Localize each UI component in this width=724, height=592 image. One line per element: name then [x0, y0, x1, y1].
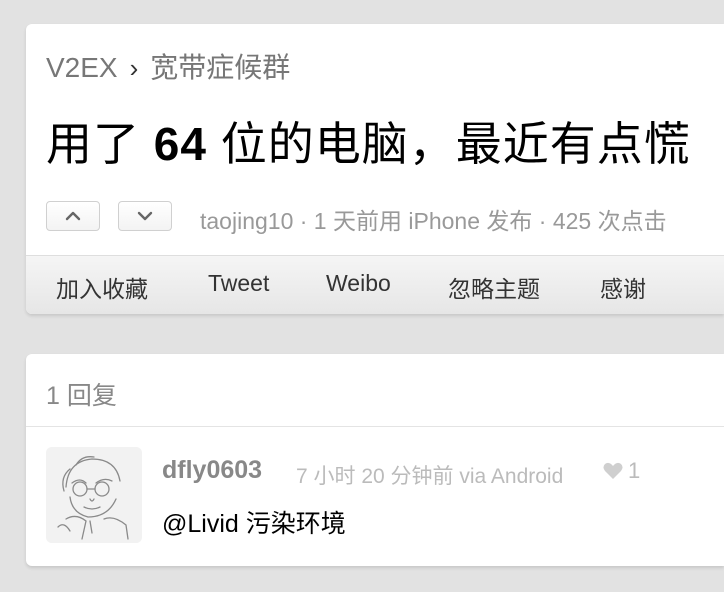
- breadcrumb-node-link[interactable]: 宽带症候群: [150, 52, 290, 83]
- title-prefix: 用了: [46, 118, 140, 170]
- vote-up-button[interactable]: [46, 201, 100, 231]
- topic-box: V2EX › 宽带症候群 用了 64 位的电脑，最近有点慌 taojing10 · …: [26, 24, 724, 314]
- topic-author-link[interactable]: taojing10: [200, 208, 293, 234]
- reply-thanks-count: 1: [628, 458, 641, 483]
- breadcrumb-separator: ›: [129, 53, 139, 83]
- vote-down-button[interactable]: [118, 201, 172, 231]
- divider: [26, 426, 724, 427]
- title-suffix: 位的电脑，最近有点慌: [220, 118, 691, 170]
- topic-meta: taojing10 · 1 天前用 iPhone 发布 · 425 次点击: [200, 202, 667, 236]
- reply-count: 1 回复: [46, 382, 117, 410]
- breadcrumb: V2EX › 宽带症候群: [46, 46, 290, 86]
- tweet-button[interactable]: Tweet: [208, 270, 269, 297]
- favorite-button[interactable]: 加入收藏: [56, 270, 148, 304]
- chevron-down-icon: [137, 211, 153, 221]
- avatar[interactable]: [46, 447, 142, 543]
- ignore-topic-button[interactable]: 忽略主题: [448, 270, 540, 304]
- title-bold: 64: [153, 118, 207, 170]
- topic-toolbar: 加入收藏 Tweet Weibo 忽略主题 感谢: [26, 255, 724, 314]
- breadcrumb-site-link[interactable]: V2EX: [46, 52, 118, 83]
- weibo-button[interactable]: Weibo: [326, 270, 391, 297]
- heart-icon: [603, 462, 623, 479]
- topic-meta-text: · 1 天前用 iPhone 发布 · 425 次点击: [293, 208, 667, 234]
- thank-button[interactable]: 感谢: [600, 270, 646, 304]
- topic-title: 用了 64 位的电脑，最近有点慌: [46, 108, 691, 174]
- chevron-up-icon: [65, 211, 81, 221]
- reply-box: 1 回复 dfly0603 7 小时 20 分钟前 via Android 1 …: [26, 354, 724, 566]
- reply-content: @Livid 污染环境: [162, 510, 346, 538]
- reply-author-link[interactable]: dfly0603: [162, 456, 262, 485]
- reply-time: 7 小时 20 分钟前 via Android: [296, 465, 564, 488]
- reply-thanks[interactable]: 1: [602, 458, 640, 484]
- avatar-sketch-icon: [46, 447, 142, 543]
